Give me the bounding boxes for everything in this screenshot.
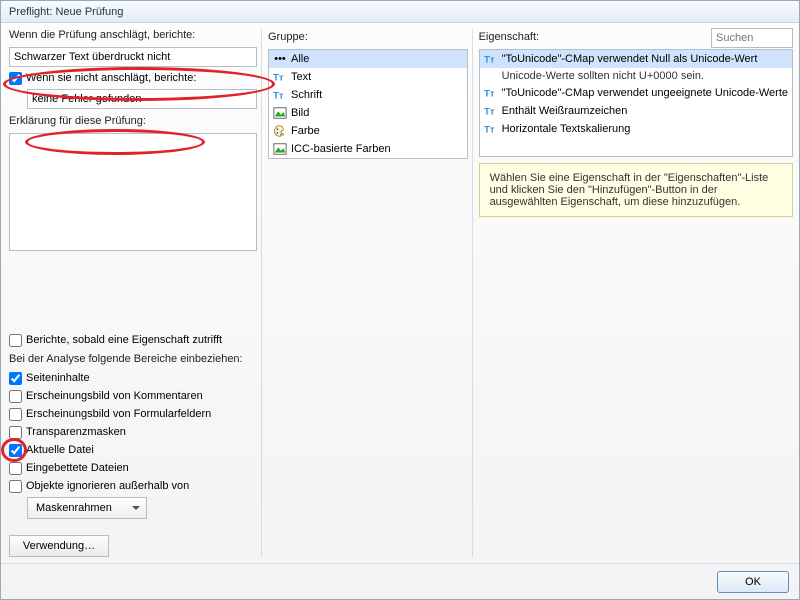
checkbox-embedded[interactable]: Eingebettete Dateien <box>9 461 257 475</box>
svg-text:Tт: Tт <box>273 73 284 84</box>
group-item-label: Alle <box>291 53 309 65</box>
ok-button[interactable]: OK <box>717 571 789 593</box>
property-item[interactable]: Tт "ToUnicode"-CMap verwendet Null als U… <box>480 50 792 68</box>
input-fires[interactable] <box>9 47 257 67</box>
label-explain: Erklärung für diese Prüfung: <box>9 115 257 127</box>
image-icon <box>273 106 287 120</box>
property-item[interactable]: Tт Horizontale Textskalierung <box>480 120 792 138</box>
checkbox-notfires-label: Wenn sie nicht anschlägt, berichte: <box>26 71 196 85</box>
input-notfires[interactable] <box>27 89 257 109</box>
tt-icon: Tт <box>484 122 498 136</box>
dropdown-maskframe[interactable]: Maskenrahmen <box>27 497 147 519</box>
checkbox-pagecontent-label: Seiteninhalte <box>26 371 90 385</box>
checkbox-notfires-box[interactable] <box>9 72 22 85</box>
window-title: Preflight: Neue Prüfung <box>9 6 123 18</box>
checkbox-comments-box[interactable] <box>9 390 22 403</box>
middle-column: Gruppe: ••• Alle Tт Text Tт Schrift Bild <box>261 29 468 557</box>
property-item-label: "ToUnicode"-CMap verwendet ungeeignete U… <box>502 87 788 99</box>
left-column: Wenn die Prüfung anschlägt, berichte: We… <box>9 29 257 557</box>
tt-icon: Tт <box>484 104 498 118</box>
svg-text:Tт: Tт <box>484 89 495 100</box>
label-analysis: Bei der Analyse folgende Bereiche einbez… <box>9 353 257 365</box>
svg-text:Tт: Tт <box>484 125 495 136</box>
checkbox-report-property-box[interactable] <box>9 334 22 347</box>
group-item-label: Bild <box>291 107 309 119</box>
checkbox-transparency-box[interactable] <box>9 426 22 439</box>
tt-icon: Tт <box>484 86 498 100</box>
preflight-window: Preflight: Neue Prüfung Wenn die Prüfung… <box>0 0 800 600</box>
tt-icon: Tт <box>273 88 287 102</box>
icc-icon <box>273 142 287 156</box>
checkbox-transparency-label: Transparenzmasken <box>26 425 126 439</box>
checkbox-notfires[interactable]: Wenn sie nicht anschlägt, berichte: <box>9 71 257 85</box>
svg-text:Tт: Tт <box>484 107 495 118</box>
checkbox-pagecontent-box[interactable] <box>9 372 22 385</box>
group-item-farbe[interactable]: Farbe <box>269 122 467 140</box>
checkbox-ignore-label: Objekte ignorieren außerhalb von <box>26 479 189 493</box>
right-column: Eigenschaft: Tт "ToUnicode"-CMap verwend… <box>472 29 793 557</box>
titlebar: Preflight: Neue Prüfung <box>1 1 799 23</box>
property-item[interactable]: Tт Enthält Weißraumzeichen <box>480 102 792 120</box>
tt-icon: Tт <box>484 52 498 66</box>
checkbox-pagecontent[interactable]: Seiteninhalte <box>9 371 257 385</box>
label-property: Eigenschaft: <box>479 31 540 43</box>
group-item-alle[interactable]: ••• Alle <box>269 50 467 68</box>
palette-icon <box>273 124 287 138</box>
group-item-label: ICC-basierte Farben <box>291 143 391 155</box>
property-item-label: "ToUnicode"-CMap verwendet Null als Unic… <box>502 53 758 65</box>
checkbox-comments[interactable]: Erscheinungsbild von Kommentaren <box>9 389 257 403</box>
dialog-body: Wenn die Prüfung anschlägt, berichte: We… <box>1 23 799 563</box>
property-item-label: Enthält Weißraumzeichen <box>502 105 628 117</box>
checkbox-report-property[interactable]: Berichte, sobald eine Eigenschaft zutrif… <box>9 333 257 347</box>
property-item-label: Horizontale Textskalierung <box>502 123 631 135</box>
tt-icon: Tт <box>273 70 287 84</box>
dots-icon: ••• <box>273 52 287 66</box>
checkbox-formfields[interactable]: Erscheinungsbild von Formularfeldern <box>9 407 257 421</box>
checkbox-currentfile[interactable]: Aktuelle Datei <box>9 443 257 457</box>
checkbox-comments-label: Erscheinungsbild von Kommentaren <box>26 389 203 403</box>
checkbox-currentfile-box[interactable] <box>9 444 22 457</box>
property-item-sub[interactable]: Unicode-Werte sollten nicht U+0000 sein. <box>480 68 792 84</box>
checkbox-currentfile-label: Aktuelle Datei <box>26 443 94 457</box>
hint-text: Wählen Sie eine Eigenschaft in der "Eige… <box>490 172 769 208</box>
hint-box: Wählen Sie eine Eigenschaft in der "Eige… <box>479 163 793 217</box>
search-input[interactable] <box>711 28 793 48</box>
group-item-schrift[interactable]: Tт Schrift <box>269 86 467 104</box>
textarea-explain[interactable] <box>9 133 257 251</box>
checkbox-formfields-label: Erscheinungsbild von Formularfeldern <box>26 407 211 421</box>
footer: OK <box>1 563 799 599</box>
svg-text:Tт: Tт <box>273 91 284 102</box>
checkbox-formfields-box[interactable] <box>9 408 22 421</box>
property-item-label: Unicode-Werte sollten nicht U+0000 sein. <box>502 70 705 82</box>
label-group: Gruppe: <box>268 31 308 43</box>
property-listbox[interactable]: Tт "ToUnicode"-CMap verwendet Null als U… <box>479 49 793 157</box>
group-item-text[interactable]: Tт Text <box>269 68 467 86</box>
checkbox-transparency[interactable]: Transparenzmasken <box>9 425 257 439</box>
group-item-label: Farbe <box>291 125 320 137</box>
checkbox-embedded-box[interactable] <box>9 462 22 475</box>
group-item-icc[interactable]: ICC-basierte Farben <box>269 140 467 158</box>
checkbox-embedded-label: Eingebettete Dateien <box>26 461 129 475</box>
checkbox-report-property-label: Berichte, sobald eine Eigenschaft zutrif… <box>26 333 222 347</box>
svg-text:Tт: Tт <box>484 55 495 66</box>
property-item[interactable]: Tт "ToUnicode"-CMap verwendet ungeeignet… <box>480 84 792 102</box>
group-listbox[interactable]: ••• Alle Tт Text Tт Schrift Bild Far <box>268 49 468 159</box>
checkbox-ignore-box[interactable] <box>9 480 22 493</box>
group-item-label: Text <box>291 71 311 83</box>
group-item-bild[interactable]: Bild <box>269 104 467 122</box>
usage-button[interactable]: Verwendung… <box>9 535 109 557</box>
label-fires: Wenn die Prüfung anschlägt, berichte: <box>9 29 257 41</box>
checkbox-ignore[interactable]: Objekte ignorieren außerhalb von <box>9 479 257 493</box>
group-item-label: Schrift <box>291 89 322 101</box>
